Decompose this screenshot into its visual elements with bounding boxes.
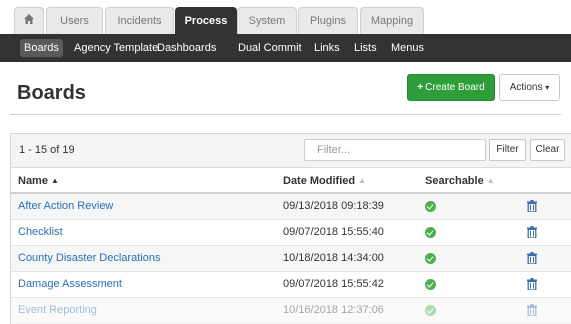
subnav-agency-template[interactable]: Agency Template — [70, 39, 162, 57]
table-toolbar: 1 - 15 of 19 Filter Clear — [11, 134, 571, 168]
board-name-link[interactable]: County Disaster Declarations — [18, 252, 160, 264]
table-row[interactable]: Damage Assessment 09/07/2018 15:55:42 — [11, 272, 571, 298]
tab-label: Plugins — [309, 15, 347, 27]
tab-users[interactable]: Users — [46, 7, 103, 34]
sort-ascending-icon: ▲ — [50, 176, 59, 185]
date-modified: 09/07/2018 15:55:42 — [283, 278, 384, 290]
trash-icon[interactable] — [527, 304, 537, 316]
tab-label: System — [248, 15, 286, 27]
page-title: Boards — [17, 82, 86, 104]
table-row[interactable]: Checklist 09/07/2018 15:55:40 — [11, 220, 571, 246]
column-searchable-label: Searchable — [425, 175, 484, 187]
create-board-label: Create Board — [425, 82, 485, 93]
sort-icon: ▲︎ — [358, 176, 367, 185]
check-circle-icon — [425, 305, 436, 316]
subnav-lists[interactable]: Lists — [350, 39, 381, 57]
tab-label: Mapping — [370, 15, 414, 27]
plus-icon: + — [417, 82, 424, 93]
header-divider — [10, 114, 561, 115]
check-circle-icon — [425, 227, 436, 238]
column-date-modified[interactable]: Date Modified ▲︎ — [283, 175, 366, 187]
date-modified: 09/07/2018 15:55:40 — [283, 226, 384, 238]
actions-button[interactable]: Actions ▾ — [499, 74, 560, 101]
date-modified: 09/13/2018 09:18:39 — [283, 200, 384, 212]
trash-icon[interactable] — [527, 252, 537, 264]
create-board-button[interactable]: + Create Board — [407, 74, 495, 101]
trash-icon[interactable] — [527, 278, 537, 290]
board-name-link[interactable]: Checklist — [18, 226, 63, 238]
date-modified: 10/18/2018 14:34:00 — [283, 252, 384, 264]
clear-button[interactable]: Clear — [530, 139, 565, 161]
table-row[interactable]: Event Reporting 10/16/2018 12:37:06 — [11, 298, 571, 324]
sub-navigation: Boards Agency Template Dashboards Dual C… — [0, 34, 571, 62]
trash-icon[interactable] — [527, 200, 537, 212]
filter-button[interactable]: Filter — [489, 139, 526, 161]
tab-home[interactable] — [14, 7, 44, 34]
tab-label: Incidents — [117, 15, 162, 27]
tab-system[interactable]: System — [237, 7, 297, 34]
subnav-dual-commit[interactable]: Dual Commit — [234, 39, 306, 57]
boards-table-panel: 1 - 15 of 19 Filter Clear Name▲ Date Mod… — [10, 133, 571, 324]
trash-icon[interactable] — [527, 226, 537, 238]
filter-input[interactable] — [304, 139, 486, 161]
check-circle-icon — [425, 253, 436, 264]
tab-mapping[interactable]: Mapping — [360, 7, 424, 34]
subnav-boards[interactable]: Boards — [20, 39, 63, 57]
column-name-label: Name — [18, 175, 48, 187]
tab-plugins[interactable]: Plugins — [298, 7, 358, 34]
subnav-menus[interactable]: Menus — [387, 39, 428, 57]
actions-label: Actions — [509, 82, 543, 93]
check-circle-icon — [425, 201, 436, 212]
table-row[interactable]: County Disaster Declarations 10/18/2018 … — [11, 246, 571, 272]
board-name-link[interactable]: Event Reporting — [18, 304, 97, 316]
tab-incidents[interactable]: Incidents — [105, 7, 174, 34]
top-tab-bar: Users Incidents Process System Plugins M… — [0, 0, 571, 34]
subnav-dashboards[interactable]: Dashboards — [153, 39, 220, 57]
table-row[interactable]: After Action Review 09/13/2018 09:18:39 — [11, 194, 571, 220]
caret-down-icon: ▾ — [545, 83, 550, 92]
board-name-link[interactable]: After Action Review — [18, 200, 113, 212]
record-count: 1 - 15 of 19 — [19, 144, 75, 156]
tab-label: Process — [184, 15, 228, 27]
table-header: Name ▲ Date Modified ▲︎ Searchable ▲︎ — [11, 168, 571, 194]
sort-icon: ▲︎ — [486, 176, 495, 185]
home-icon — [24, 14, 34, 24]
board-name-link[interactable]: Damage Assessment — [18, 278, 122, 290]
date-modified: 10/16/2018 12:37:06 — [283, 304, 384, 316]
check-circle-icon — [425, 279, 436, 290]
tab-label: Users — [60, 15, 89, 27]
column-searchable[interactable]: Searchable ▲︎ — [425, 175, 495, 187]
subnav-links[interactable]: Links — [310, 39, 344, 57]
column-date-label: Date Modified — [283, 175, 356, 187]
tab-process[interactable]: Process — [175, 7, 237, 34]
column-name[interactable]: Name ▲ — [18, 175, 59, 187]
